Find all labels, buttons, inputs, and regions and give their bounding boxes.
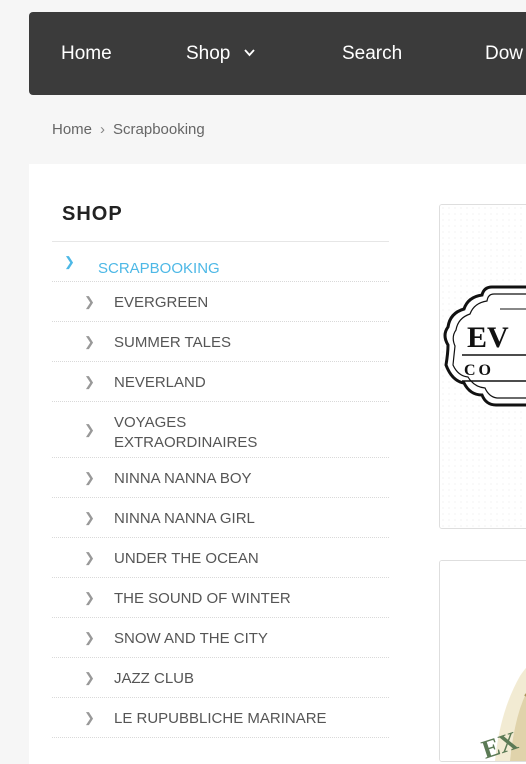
chevron-right-icon: ❯ bbox=[84, 549, 95, 565]
voyages-extraordinaires-logo: EX bbox=[440, 561, 526, 761]
chevron-right-icon: ❯ bbox=[84, 293, 95, 309]
category-item-ninna-nanna-girl[interactable]: ❯ NINNA NANNA GIRL bbox=[52, 498, 389, 538]
chevron-right-icon: ❯ bbox=[84, 669, 95, 685]
category-label: SUMMER TALES bbox=[114, 334, 231, 351]
category-item-voyages-extraordinaires[interactable]: ❯ VOYAGES EXTRAORDINAIRES bbox=[52, 402, 389, 458]
breadcrumb-home[interactable]: Home bbox=[52, 121, 92, 138]
chevron-right-icon: ❯ bbox=[84, 333, 95, 349]
category-item-evergreen[interactable]: ❯ EVERGREEN bbox=[52, 282, 389, 322]
nav-shop-label: Shop bbox=[186, 43, 231, 64]
category-item-the-sound-of-winter[interactable]: ❯ THE SOUND OF WINTER bbox=[52, 578, 389, 618]
chevron-right-icon: ❯ bbox=[84, 629, 95, 645]
category-label: EVERGREEN bbox=[114, 294, 209, 311]
nav-home[interactable]: Home bbox=[61, 12, 112, 95]
category-label: NEVERLAND bbox=[114, 374, 206, 391]
category-label: THE SOUND OF WINTER bbox=[114, 590, 291, 607]
category-item-ninna-nanna-boy[interactable]: ❯ NINNA NANNA BOY bbox=[52, 458, 389, 498]
category-label: NINNA NANNA GIRL bbox=[114, 510, 255, 527]
category-label: JAZZ CLUB bbox=[114, 670, 195, 687]
breadcrumb: Home › Scrapbooking bbox=[52, 121, 205, 138]
category-label: NINNA NANNA BOY bbox=[114, 470, 252, 487]
chevron-down-icon bbox=[244, 12, 256, 95]
chevron-right-icon: ❯ bbox=[84, 373, 95, 389]
category-item-under-the-ocean[interactable]: ❯ UNDER THE OCEAN bbox=[52, 538, 389, 578]
evergreen-collection-logo: EV CO bbox=[440, 205, 526, 528]
nav-search[interactable]: Search bbox=[342, 12, 402, 95]
category-label: LE RUPUBBLICHE MARINARE bbox=[114, 710, 327, 727]
category-item-jazz-club[interactable]: ❯ JAZZ CLUB bbox=[52, 658, 389, 698]
top-navbar: Home Shop Search Dow bbox=[29, 12, 526, 95]
chevron-right-icon: ❯ bbox=[84, 589, 95, 605]
category-item-scrapbooking[interactable]: ❯ SCRAPBOOKING bbox=[52, 242, 389, 282]
chevron-right-icon: ❯ bbox=[84, 709, 95, 725]
sidebar-title: SHOP bbox=[62, 203, 123, 225]
category-item-le-rupubbliche-marinare[interactable]: ❯ LE RUPUBBLICHE MARINARE bbox=[52, 698, 389, 738]
breadcrumb-separator: › bbox=[100, 121, 106, 138]
chevron-right-icon: ❯ bbox=[84, 469, 95, 485]
category-label: UNDER THE OCEAN bbox=[114, 550, 259, 567]
svg-text:EV: EV bbox=[467, 321, 509, 354]
chevron-right-icon: ❯ bbox=[84, 421, 95, 437]
product-card-voyages[interactable]: EX bbox=[439, 560, 526, 762]
category-label: SCRAPBOOKING bbox=[98, 260, 220, 277]
category-list: ❯ SCRAPBOOKING ❯ EVERGREEN ❯ SUMMER TALE… bbox=[52, 241, 389, 738]
chevron-right-icon: ❯ bbox=[84, 509, 95, 525]
breadcrumb-current: Scrapbooking bbox=[113, 121, 205, 138]
nav-download[interactable]: Dow bbox=[485, 12, 523, 95]
svg-text:CO: CO bbox=[464, 362, 494, 379]
category-label: SNOW AND THE CITY bbox=[114, 630, 268, 647]
category-item-summer-tales[interactable]: ❯ SUMMER TALES bbox=[52, 322, 389, 362]
category-item-neverland[interactable]: ❯ NEVERLAND bbox=[52, 362, 389, 402]
product-card-evergreen[interactable]: EV CO bbox=[439, 204, 526, 529]
nav-shop[interactable]: Shop bbox=[186, 12, 256, 95]
chevron-right-icon: ❯ bbox=[64, 253, 75, 269]
category-item-snow-and-the-city[interactable]: ❯ SNOW AND THE CITY bbox=[52, 618, 389, 658]
